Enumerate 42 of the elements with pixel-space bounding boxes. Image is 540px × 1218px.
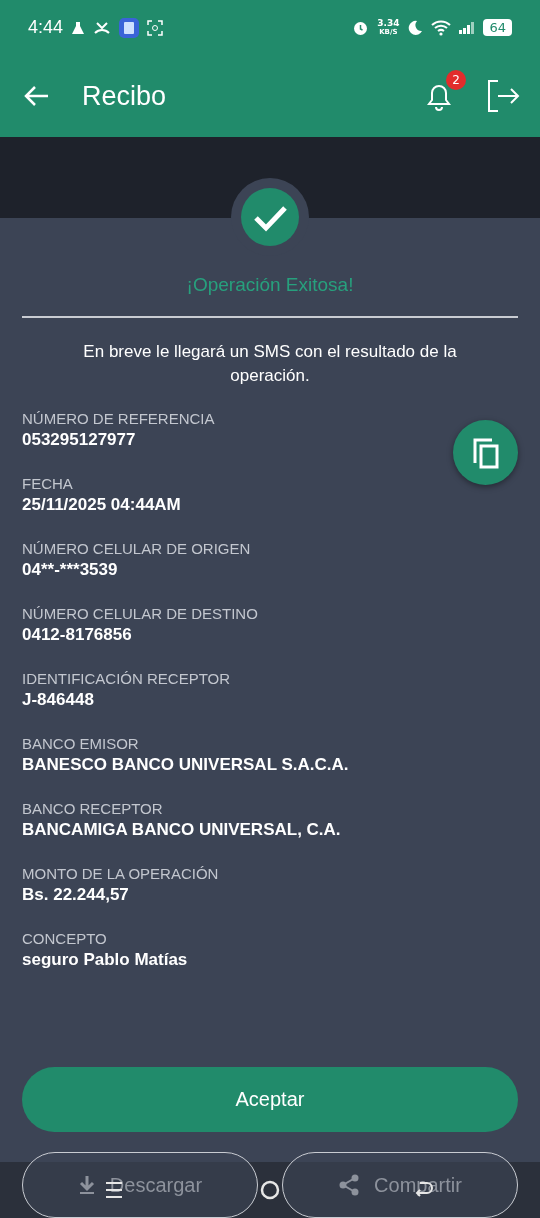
success-check-icon	[241, 188, 299, 246]
copy-button[interactable]	[453, 420, 518, 485]
field-value: BANCAMIGA BANCO UNIVERSAL, C.A.	[22, 820, 342, 840]
home-nav-icon[interactable]	[260, 1180, 280, 1200]
field-value: 25/11/2025 04:44AM	[22, 495, 182, 515]
field-value: Bs. 22.244,57	[22, 885, 130, 905]
field-value: seguro Pablo Matías	[22, 950, 189, 970]
success-title: ¡Operación Exitosa!	[185, 274, 355, 296]
field-label: FECHA	[22, 475, 74, 492]
signal-icon	[459, 21, 476, 34]
field-value: 0412-8176856	[22, 625, 133, 645]
moon-icon	[407, 19, 424, 36]
back-arrow-icon[interactable]	[24, 85, 50, 107]
field-value: J-846448	[22, 690, 95, 710]
logout-icon[interactable]	[486, 79, 520, 113]
battery-indicator: 64	[483, 19, 512, 36]
page-title: Recibo	[82, 80, 167, 112]
field-label: IDENTIFICACIÓN RECEPTOR	[22, 670, 232, 687]
wifi-icon	[431, 19, 452, 36]
field-label: BANCO RECEPTOR	[22, 800, 164, 817]
field-label: NÚMERO CELULAR DE ORIGEN	[22, 540, 252, 557]
sms-notice: En breve le llegará un SMS con el resultado de la operación.	[82, 341, 458, 387]
field-value: 04**-***3539	[22, 560, 119, 580]
flask-icon	[71, 20, 86, 35]
screenshot-icon	[147, 19, 164, 36]
share-button[interactable]: Compartir	[282, 1152, 518, 1218]
field-label: CONCEPTO	[22, 930, 108, 947]
status-time: 4:44	[28, 17, 64, 38]
download-button[interactable]: Descargar	[22, 1152, 258, 1218]
field-label: NÚMERO DE REFERENCIA	[22, 410, 216, 427]
field-label: NÚMERO CELULAR DE DESTINO	[22, 605, 259, 622]
copy-icon	[471, 436, 500, 469]
download-icon	[77, 1175, 96, 1195]
field-value: BANESCO BANCO UNIVERSAL S.A.C.A.	[22, 755, 350, 775]
app-icon	[119, 17, 140, 38]
field-label: BANCO EMISOR	[22, 735, 140, 752]
notification-badge: 2	[446, 70, 466, 90]
share-icon	[338, 1174, 361, 1196]
field-value: 053295127977	[22, 430, 137, 450]
alarm-icon	[352, 19, 370, 36]
accept-button[interactable]: Aceptar	[22, 1067, 518, 1132]
field-label: MONTO DE LA OPERACIÓN	[22, 865, 220, 882]
